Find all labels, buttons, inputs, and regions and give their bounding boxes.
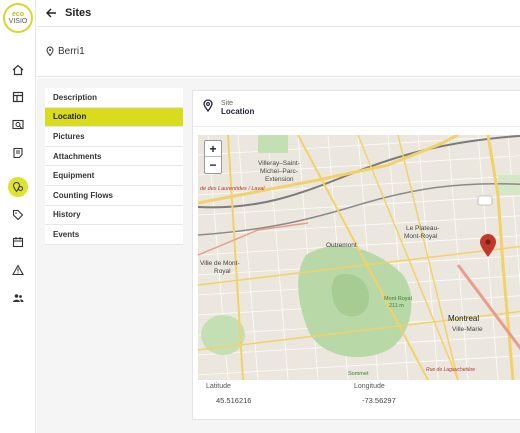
menu-item-counting-flows[interactable]: Counting Flows <box>45 186 183 206</box>
latitude-value: 45.516216 <box>216 396 252 405</box>
menu-item-attachments[interactable]: Attachments <box>45 147 183 167</box>
site-name: Berri1 <box>58 46 85 57</box>
latitude-label: Latitude <box>206 383 231 390</box>
map-label-ville-marie: Ville-Marie <box>452 326 483 333</box>
calendar-icon[interactable] <box>8 232 28 252</box>
map-label-outremont: Outremont <box>326 242 357 249</box>
map-label-laurentides: de des Laurentides / Laval <box>200 186 265 192</box>
map-label-royal: Royal <box>214 268 231 275</box>
ecovisio-logo[interactable]: eco VISIO <box>3 3 33 33</box>
location-card-header: Site Location <box>203 99 254 117</box>
left-nav-rail: eco VISIO <box>0 0 36 433</box>
top-bar: Sites <box>37 0 520 27</box>
map-zoom-control: + − <box>204 140 222 174</box>
map-label-plateau-1: Le Plateau- <box>406 225 439 232</box>
card-title: Location <box>221 107 255 116</box>
home-icon[interactable] <box>8 60 28 80</box>
zoom-out-button[interactable]: − <box>205 157 221 173</box>
sites-icon[interactable] <box>8 177 28 197</box>
location-pin-icon <box>203 99 213 117</box>
zoom-in-button[interactable]: + <box>205 141 221 157</box>
menu-item-pictures[interactable]: Pictures <box>45 127 183 147</box>
page-title: Sites <box>65 7 92 19</box>
tag-icon[interactable] <box>8 205 28 225</box>
map-tiles: Villeray–Saint- Michel–Parc- Extension d… <box>198 135 520 380</box>
users-icon[interactable] <box>8 288 28 308</box>
location-map[interactable]: Villeray–Saint- Michel–Parc- Extension d… <box>198 135 520 380</box>
map-label-extension: Extension <box>265 176 294 183</box>
card-section-label: Site <box>221 100 234 107</box>
longitude-value: -73.56297 <box>362 396 396 405</box>
map-label-plateau-2: Mont-Royal <box>404 233 438 240</box>
map-label-villeray: Villeray–Saint- <box>258 160 300 167</box>
longitude-label: Longitude <box>354 383 385 390</box>
menu-item-history[interactable]: History <box>45 206 183 226</box>
map-label-montreal: Montreal <box>448 314 479 323</box>
card-divider <box>193 126 520 127</box>
menu-item-equipment[interactable]: Equipment <box>45 166 183 186</box>
map-label-sommet: Sommet <box>348 371 369 377</box>
map-label-rue: Rue de Lagauchetière <box>426 367 475 373</box>
menu-item-events[interactable]: Events <box>45 225 183 245</box>
map-label-mont-royal: Mont Royal <box>384 296 412 302</box>
location-pin-icon <box>46 43 54 61</box>
menu-item-location[interactable]: Location <box>45 107 183 128</box>
logo-text-eco: eco <box>11 11 25 18</box>
content-area: Description Location Pictures Attachment… <box>37 78 520 433</box>
map-label-mont-royal-elevation: 211 m <box>389 303 404 309</box>
report-icon[interactable] <box>8 143 28 163</box>
location-card: Site Location Villeray–Saint- Michel–Par… <box>192 90 520 420</box>
site-header: Berri1 <box>37 27 520 77</box>
search-data-icon[interactable] <box>8 115 28 135</box>
alert-icon[interactable] <box>8 260 28 280</box>
logo-text-visio: VISIO <box>8 18 28 25</box>
dashboard-icon[interactable] <box>8 87 28 107</box>
map-label-ville-de-mont: Ville de Mont- <box>200 260 240 267</box>
back-arrow-icon[interactable] <box>45 6 59 20</box>
site-section-menu: Description Location Pictures Attachment… <box>45 88 183 245</box>
menu-item-description[interactable]: Description <box>45 88 183 108</box>
map-label-michel: Michel–Parc- <box>260 168 298 175</box>
